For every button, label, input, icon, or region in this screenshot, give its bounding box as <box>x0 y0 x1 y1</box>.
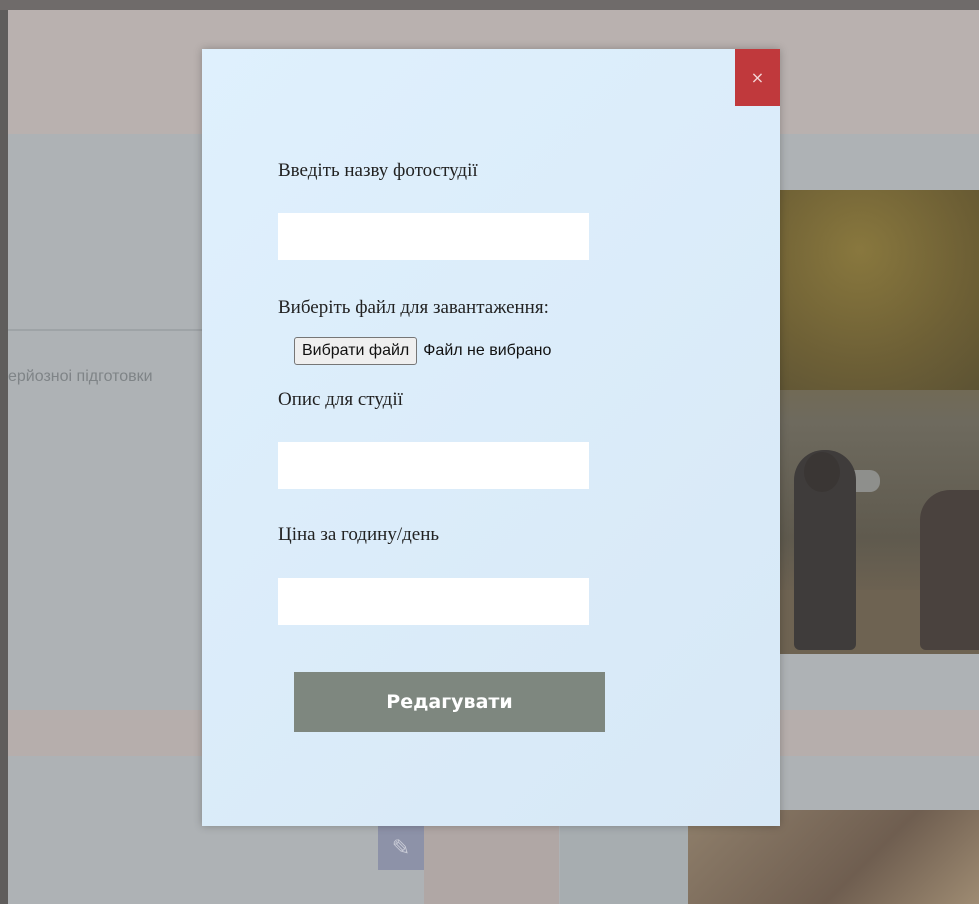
photo-person-left-head <box>804 452 840 492</box>
price-label: Ціна за годину/день <box>278 524 440 545</box>
page-divider <box>8 329 208 331</box>
price-input[interactable] <box>278 578 589 625</box>
photo-person-right <box>920 490 979 650</box>
photo-foliage <box>780 190 979 390</box>
studio-name-label: Введіть назву фотостудії <box>278 160 478 181</box>
edit-submit-button[interactable]: Редагувати <box>294 672 605 732</box>
description-input[interactable] <box>278 442 589 489</box>
description-label: Опис для студії <box>278 389 403 410</box>
file-picker: Вибрати файл Файл не вибрано <box>294 335 551 367</box>
file-status-text: Файл не вибрано <box>423 342 552 359</box>
background-couple-photo <box>780 190 979 654</box>
close-button[interactable]: × <box>735 49 780 106</box>
studio-name-input[interactable] <box>278 213 589 260</box>
background-text-snippet: ерйозноі підготовки <box>8 368 153 385</box>
file-upload-label: Виберіть файл для завантаження: <box>278 297 549 318</box>
choose-file-button[interactable]: Вибрати файл <box>294 337 418 365</box>
page-left-edge <box>0 10 8 904</box>
pencil-icon[interactable]: ✎ <box>378 826 424 870</box>
page-top-border <box>0 0 979 10</box>
